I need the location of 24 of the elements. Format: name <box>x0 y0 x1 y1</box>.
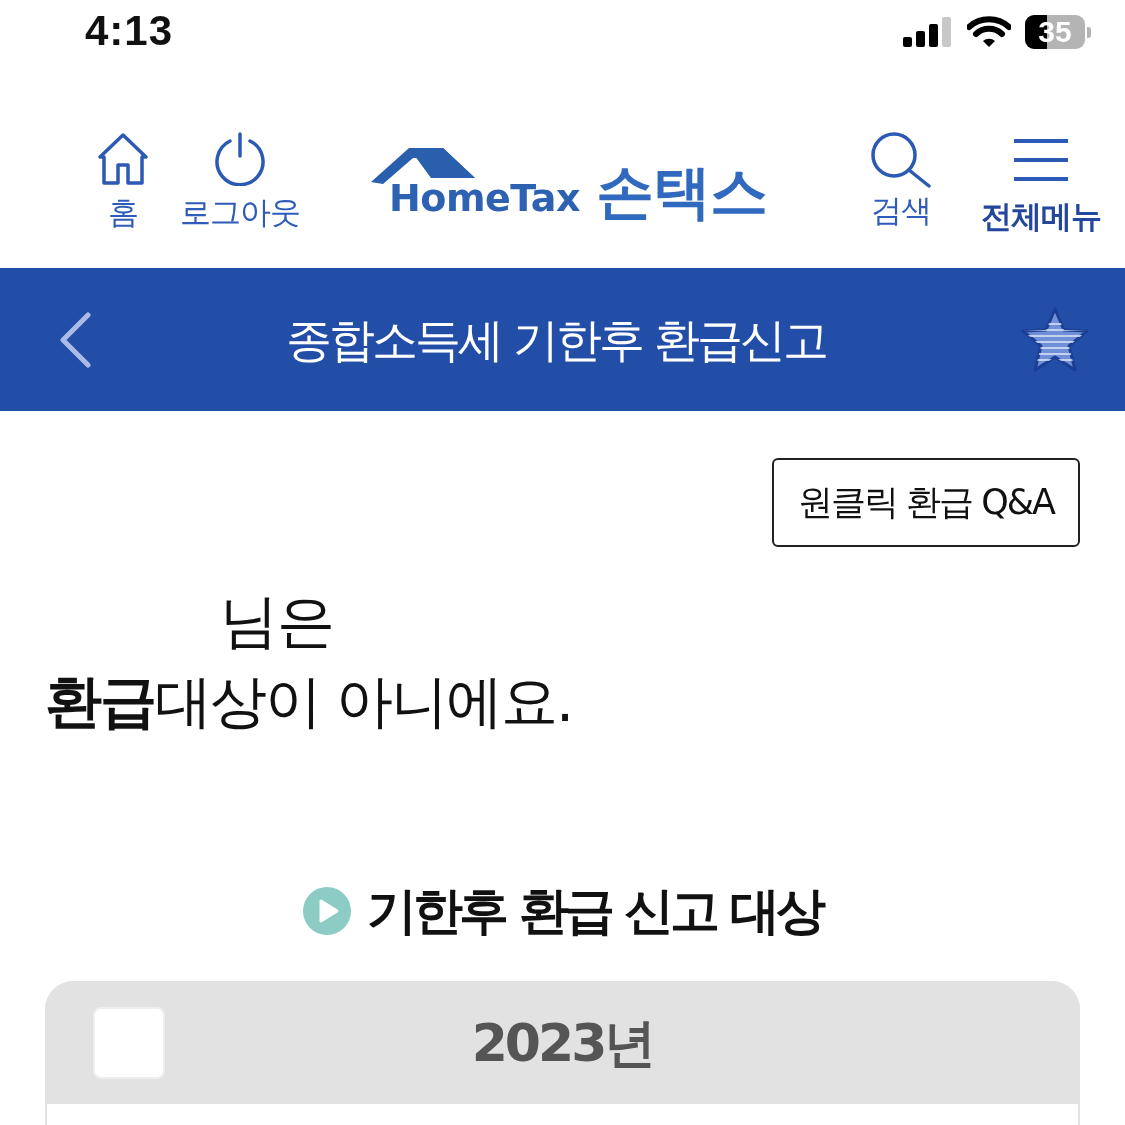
year-label: 2023년 <box>470 1011 655 1075</box>
home-button[interactable]: 홈 <box>83 132 163 232</box>
back-chevron-icon[interactable] <box>58 311 92 368</box>
menu-icon <box>1012 138 1069 182</box>
logo-name: 손택스 <box>595 160 767 224</box>
section-heading: 기한후 환급 신고 대상 <box>367 881 822 942</box>
roof-logo-icon <box>371 146 475 184</box>
signal-icon <box>903 17 953 47</box>
home-icon <box>96 132 150 186</box>
search-button[interactable]: 검색 <box>858 132 943 230</box>
greeting-text: 님은 <box>220 586 334 657</box>
wifi-icon <box>967 16 1011 48</box>
result-message: 환급대상이 아니에요. <box>45 667 573 736</box>
menu-button[interactable]: 전체메뉴 <box>978 132 1103 236</box>
year-checkbox[interactable] <box>93 1006 165 1079</box>
play-icon <box>303 887 352 935</box>
logo-wordmark: HomeTax <box>389 178 580 218</box>
power-icon <box>213 132 267 186</box>
page-title: 종합소득세 기한후 환급신고 <box>285 311 827 369</box>
status-time: 4:13 <box>85 6 174 56</box>
logout-button[interactable]: 로그아웃 <box>175 132 305 232</box>
qa-button[interactable]: 원클릭 환급 Q&A <box>771 458 1080 547</box>
search-icon <box>868 132 933 188</box>
star-icon[interactable] <box>1020 305 1090 374</box>
